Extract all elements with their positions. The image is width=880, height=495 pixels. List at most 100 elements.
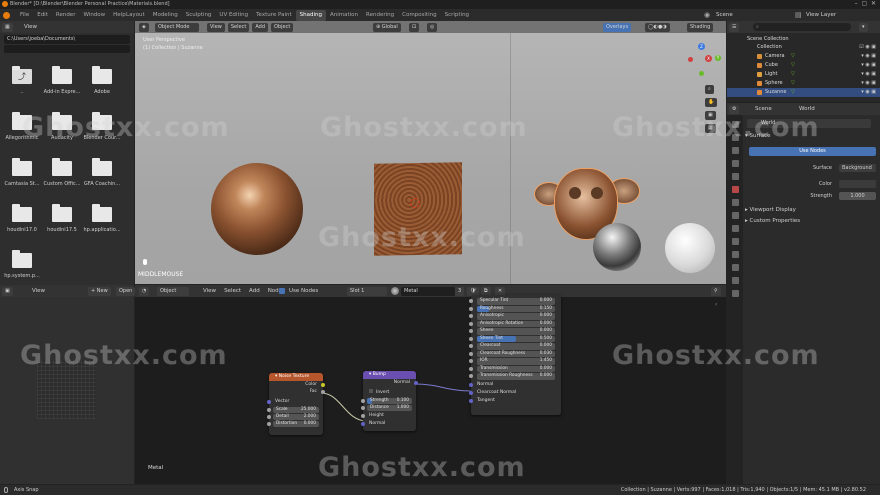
bump-invert[interactable]: Invert — [363, 389, 416, 397]
vector-socket[interactable] — [469, 382, 473, 387]
tab-animation[interactable]: Animation — [326, 10, 362, 21]
tab-scripting[interactable]: Scripting — [441, 10, 473, 21]
file-label[interactable]: hp.system.p... — [0, 273, 44, 279]
properties-tab-icon[interactable] — [732, 147, 739, 154]
bsdf-field-anisotropic-rotation[interactable]: Anisotropic Rotation 0.000 — [469, 320, 555, 327]
sphere-chrome[interactable] — [593, 223, 641, 271]
viewport-menu-add[interactable]: Add — [252, 23, 268, 32]
vector-socket[interactable] — [469, 390, 473, 395]
path-field[interactable]: C:\Users\joeba\Documents\ — [4, 35, 130, 44]
visibility-icons[interactable]: ▾ ◉ ▣ — [861, 61, 876, 70]
viewport-menu-view[interactable]: View — [207, 23, 225, 32]
tab-texture-paint[interactable]: Texture Paint — [252, 10, 296, 21]
bsdf-field-transmission[interactable]: Transmission 0.000 — [469, 365, 555, 372]
vector-socket[interactable] — [267, 400, 271, 404]
folder-icon[interactable] — [12, 158, 32, 176]
visibility-icons[interactable]: ▾ ◉ ▣ — [861, 79, 876, 88]
menu-window[interactable]: Window — [79, 10, 109, 21]
bsdf-field-clearcoat-roughness[interactable]: Clearcoat Roughness 0.030 — [469, 350, 555, 357]
properties-tab-icon[interactable] — [732, 225, 739, 232]
properties-tab-icon[interactable] — [732, 173, 739, 180]
filter-field[interactable] — [4, 45, 130, 53]
bsdf-input-socket[interactable] — [469, 344, 473, 348]
file-label[interactable]: Adobe — [80, 89, 124, 95]
bump-field-strength[interactable]: Strength 0.100 — [361, 398, 412, 404]
bsdf-field-sheen[interactable]: Sheen 0.000 — [469, 328, 555, 335]
tab-compositing[interactable]: Compositing — [398, 10, 440, 21]
gizmo-x-icon[interactable]: X — [705, 55, 712, 62]
gizmo-z-icon[interactable]: Z — [698, 43, 705, 50]
outliner-item-camera[interactable]: Camera ▽ ▾ ◉ ▣ — [727, 52, 880, 61]
file-label[interactable]: GFA Coachin... — [80, 181, 124, 187]
noise-input-socket[interactable] — [267, 422, 271, 426]
properties-tab-icon[interactable] — [732, 290, 739, 297]
gizmo-y-icon[interactable]: Y — [715, 55, 721, 61]
bsdf-field-sheen-tint[interactable]: Sheen Tint 0.500 — [469, 335, 555, 342]
outliner-editor-type[interactable]: ☰ — [729, 23, 740, 32]
tab-uv-editing[interactable]: UV Editing — [215, 10, 252, 21]
visibility-icons[interactable]: ▾ ◉ ▣ — [861, 52, 876, 61]
noise-field-scale[interactable]: Scale 25.000 — [267, 407, 319, 413]
folder-icon[interactable] — [92, 204, 112, 222]
surface-dropdown[interactable]: Background — [839, 164, 876, 172]
folder-icon[interactable] — [52, 204, 72, 222]
file-label[interactable]: houdini17.5 — [40, 227, 84, 233]
fac-socket[interactable] — [321, 390, 325, 394]
principled-bsdf-node[interactable]: Specular Tint 0.000 Roughness 0.150 Anisotro… — [469, 295, 561, 415]
outliner-item-sphere[interactable]: Sphere ▽ ▾ ◉ ▣ — [727, 79, 880, 88]
noise-node-header[interactable]: ▾ Noise Texture — [269, 373, 323, 381]
bump-node[interactable]: ▾ Bump Normal Invert Strength 0.100 Distan… — [361, 371, 418, 431]
folder-icon[interactable] — [12, 250, 32, 268]
bsdf-field-anisotropic[interactable]: Anisotropic 0.000 — [469, 313, 555, 320]
open-image-button[interactable]: Open — [116, 287, 136, 296]
proportional-toggle[interactable]: ◎ — [427, 23, 438, 32]
tab-sculpting[interactable]: Sculpting — [182, 10, 216, 21]
scene-icon[interactable]: ◉ — [704, 11, 710, 19]
outliner-filter-icon[interactable]: ▾ — [859, 23, 868, 32]
bsdf-field-ior[interactable]: IOR 1.450 — [469, 358, 555, 365]
pan-icon[interactable]: ✋ — [705, 98, 718, 107]
properties-tab-icon[interactable] — [732, 251, 739, 258]
properties-tab-icon[interactable] — [732, 212, 739, 219]
bsdf-input-socket[interactable] — [469, 374, 473, 378]
menu-edit[interactable]: Edit — [33, 10, 52, 21]
properties-tab-icon[interactable] — [732, 238, 739, 245]
noise-field-detail[interactable]: Detail 2.000 — [267, 414, 319, 420]
file-label[interactable]: hp.applicatio... — [80, 227, 124, 233]
outliner-item-cube[interactable]: Cube ▽ ▾ ◉ ▣ — [727, 61, 880, 70]
sphere-white[interactable] — [665, 223, 715, 273]
folder-icon[interactable] — [92, 158, 112, 176]
use-nodes-button[interactable]: Use Nodes — [749, 147, 876, 156]
viewport-display-panel[interactable]: ▸ Viewport Display — [745, 207, 796, 213]
custom-properties-panel[interactable]: ▸ Custom Properties — [745, 218, 800, 224]
outliner-item-suzanne[interactable]: Suzanne ▽ ▾ ◉ ▣ — [727, 88, 880, 97]
viewport-menu-select[interactable]: Select — [227, 23, 250, 32]
shading-dropdown[interactable]: Shading — [687, 23, 714, 32]
blender-menu-icon[interactable] — [3, 12, 10, 19]
shading-modes[interactable]: ◯◐●◑ — [645, 23, 670, 32]
editor-type-button[interactable]: ▦ — [2, 23, 13, 32]
properties-tab-icon[interactable] — [732, 264, 739, 271]
folder-icon[interactable] — [52, 158, 72, 176]
file-label[interactable]: Camtasia St... — [0, 181, 44, 187]
bsdf-input-socket[interactable] — [469, 314, 473, 318]
invert-checkbox[interactable] — [369, 389, 373, 393]
properties-tab-icon[interactable] — [732, 186, 739, 193]
view-layer-icon[interactable]: ▤ — [795, 11, 802, 19]
zoom-icon[interactable]: ⌕ — [705, 85, 714, 94]
file-view-menu[interactable]: View — [24, 24, 37, 30]
bsdf-input-socket[interactable] — [469, 359, 473, 363]
bsdf-field-clearcoat[interactable]: Clearcoat 0.000 — [469, 343, 555, 350]
folder-icon[interactable] — [52, 66, 72, 84]
snap-toggle[interactable]: ⊡ — [409, 23, 420, 32]
file-label[interactable]: Add-in Expre... — [40, 89, 84, 95]
new-image-button[interactable]: + New — [88, 287, 111, 296]
bump-normal-out-socket[interactable] — [414, 381, 418, 385]
noise-input-socket[interactable] — [267, 415, 271, 419]
overlays-dropdown[interactable]: Overlays — [603, 23, 632, 32]
properties-tab-icon[interactable] — [732, 199, 739, 206]
bsdf-input-socket[interactable] — [469, 351, 473, 356]
vector-socket[interactable] — [469, 398, 473, 403]
tab-rendering[interactable]: Rendering — [362, 10, 398, 21]
bsdf-input-socket[interactable] — [469, 336, 473, 341]
